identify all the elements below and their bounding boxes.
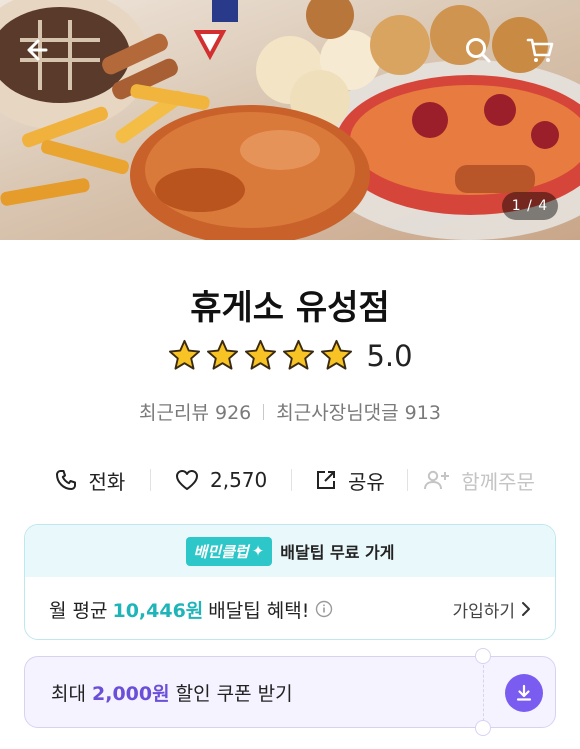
rating-value: 5.0 <box>366 338 413 373</box>
share-icon <box>314 468 338 492</box>
favorite-count: 2,570 <box>210 468 268 492</box>
add-person-icon <box>423 468 451 492</box>
coupon-download-button[interactable] <box>505 674 543 712</box>
share-label: 공유 <box>347 469 385 494</box>
coupon-amount: 2,000원 <box>92 682 170 705</box>
baemin-club-card[interactable]: 배민클럽 ✦ 배달팁 무료 가게 월 평균 10,446원 배달팁 혜택! 가입… <box>24 524 556 640</box>
favorite-button[interactable]: 2,570 <box>151 458 291 502</box>
club-header-text: 배달팁 무료 가게 <box>280 543 395 562</box>
benefit-suffix: 배달팁 혜택! <box>208 599 310 622</box>
chevron-right-icon <box>522 602 530 616</box>
sparkle-icon: ✦ <box>251 542 265 560</box>
back-button[interactable] <box>16 30 56 70</box>
club-body: 월 평균 10,446원 배달팁 혜택! 가입하기 <box>25 577 555 639</box>
heart-icon <box>174 468 200 492</box>
coupon-prefix: 최대 <box>51 682 86 705</box>
cart-button[interactable] <box>520 30 560 70</box>
club-badge-label: 배민클럽 <box>193 542 249 561</box>
star-icon <box>245 339 277 370</box>
club-benefit: 월 평균 10,446원 배달팁 혜택! <box>49 596 333 623</box>
coupon-suffix: 할인 쿠폰 받기 <box>175 682 293 705</box>
divider <box>263 403 265 420</box>
coupon-download-banner[interactable]: 최대 2,000원 할인 쿠폰 받기 <box>24 648 556 736</box>
club-join-label: 가입하기 <box>452 601 515 622</box>
cart-icon <box>526 38 554 62</box>
share-button[interactable]: 공유 <box>292 458 408 502</box>
store-actions: 전화 2,570 공유 함께주문 <box>30 458 550 502</box>
star-icon <box>283 339 315 370</box>
call-button[interactable]: 전화 <box>30 458 150 502</box>
coupon-notch <box>475 720 491 736</box>
coupon-perforation <box>483 665 484 721</box>
star-rating <box>167 338 354 373</box>
group-order-button[interactable]: 함께주문 <box>408 458 550 502</box>
club-header: 배민클럽 ✦ 배달팁 무료 가게 <box>25 525 555 577</box>
star-icon <box>169 339 201 370</box>
benefit-amount: 10,446원 <box>112 599 204 622</box>
phone-icon <box>54 468 78 492</box>
group-order-label: 함께주문 <box>461 469 535 494</box>
coupon-notch <box>475 648 491 664</box>
image-page-counter: 1 / 4 <box>502 192 558 220</box>
star-icon <box>321 339 353 370</box>
info-icon[interactable] <box>315 600 333 618</box>
search-button[interactable] <box>458 30 498 70</box>
search-icon <box>466 38 491 63</box>
store-name: 휴게소 유성점 <box>190 288 390 328</box>
rating-row: 5.0 <box>0 338 580 373</box>
benefit-prefix: 월 평균 <box>49 599 108 622</box>
review-summary: 최근리뷰 926 최근사장님댓글 913 <box>0 398 580 425</box>
store-hero-image[interactable]: 1 / 4 <box>0 0 580 240</box>
star-icon <box>207 339 239 370</box>
recent-reviews-link[interactable]: 최근리뷰 926 <box>139 398 251 425</box>
coupon-text: 최대 2,000원 할인 쿠폰 받기 <box>51 679 293 706</box>
club-join-button[interactable]: 가입하기 <box>452 597 531 622</box>
back-arrow-icon <box>27 39 48 61</box>
club-badge: 배민클럽 ✦ <box>185 536 273 566</box>
download-icon <box>516 684 532 701</box>
call-label: 전화 <box>88 469 126 494</box>
recent-owner-replies-link[interactable]: 최근사장님댓글 913 <box>276 398 441 425</box>
